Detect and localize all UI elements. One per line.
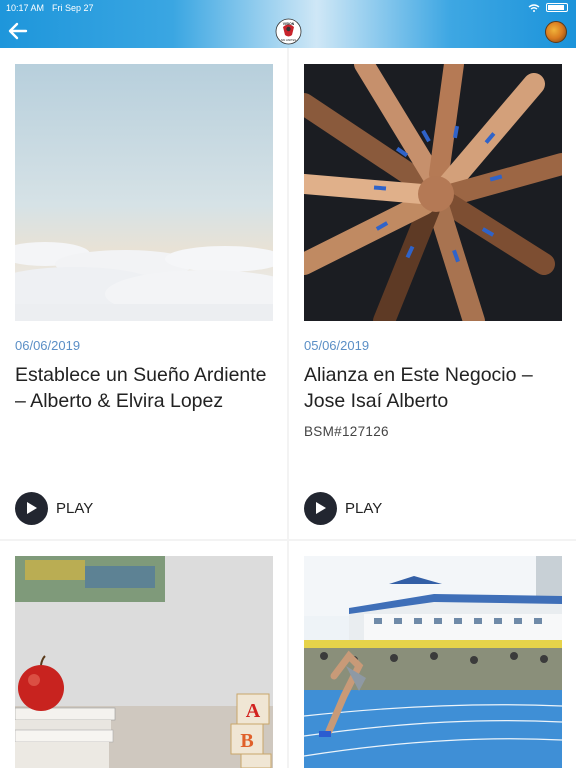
card-date: 05/06/2019 (304, 338, 370, 353)
block-letter-b: B (240, 730, 253, 752)
block-letter-a: A (246, 700, 261, 722)
status-bar: 10:17 AM Fri Sep 27 (0, 0, 576, 16)
video-card[interactable]: A B (0, 541, 287, 768)
video-card[interactable]: 06/06/2019 Establece un Sueño Ardiente –… (0, 48, 287, 539)
card-thumbnail-hands (304, 64, 562, 321)
wifi-icon (528, 3, 540, 12)
video-card[interactable]: 05/06/2019 Alianza en Este Negocio – Jos… (289, 48, 576, 539)
status-date: Fri Sep 27 (52, 3, 94, 13)
status-time: 10:17 AM (6, 3, 45, 13)
card-thumbnail-apple-books: A B (15, 556, 273, 768)
status-indicators (528, 3, 568, 12)
logo-text: VISION (283, 22, 295, 26)
play-button[interactable]: PLAY (15, 492, 93, 525)
back-arrow-icon[interactable] (8, 22, 28, 40)
avatar[interactable] (545, 21, 567, 43)
card-thumbnail-sky (15, 64, 273, 321)
play-icon[interactable] (15, 492, 48, 525)
app-header: 10:17 AM Fri Sep 27 VISION SIN LIMITES (0, 0, 576, 48)
card-date: 06/06/2019 (15, 338, 81, 353)
content-grid: 06/06/2019 Establece un Sueño Ardiente –… (0, 48, 576, 768)
battery-icon (546, 3, 568, 12)
card-subtitle: BSM#127126 (304, 424, 389, 439)
card-title[interactable]: Alianza en Este Negocio – Jose Isaí Albe… (304, 362, 566, 414)
play-label[interactable]: PLAY (56, 500, 93, 517)
play-button[interactable]: PLAY (304, 492, 382, 525)
video-card[interactable] (289, 541, 576, 768)
play-label[interactable]: PLAY (345, 500, 382, 517)
card-title[interactable]: Establece un Sueño Ardiente – Alberto & … (15, 362, 277, 414)
vision-logo: VISION SIN LIMITES (275, 18, 302, 45)
play-icon[interactable] (304, 492, 337, 525)
logo-subtext: SIN LIMITES (281, 38, 296, 42)
card-thumbnail-running-track (304, 556, 562, 768)
